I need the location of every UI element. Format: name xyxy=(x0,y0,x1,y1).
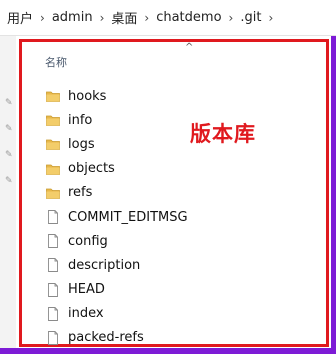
breadcrumb-item-git[interactable]: .git xyxy=(237,10,264,25)
list-item-label: logs xyxy=(68,136,95,152)
list-item[interactable]: index xyxy=(46,302,188,326)
list-item[interactable]: packed-refs xyxy=(46,326,188,350)
file-list: hooks info logs objects refs COMMIT_EDITMSGco… xyxy=(46,84,188,350)
breadcrumb-item-chatdemo[interactable]: chatdemo xyxy=(153,10,224,25)
list-item-label: index xyxy=(68,306,104,322)
folder-icon xyxy=(46,113,60,127)
list-item[interactable]: refs xyxy=(46,181,188,205)
chevron-right-icon[interactable]: › xyxy=(225,11,238,25)
list-item-label: HEAD xyxy=(68,282,105,298)
file-icon xyxy=(46,258,60,273)
navigation-pane-edge: ✎ ✎ ✎ ✎ xyxy=(0,36,16,354)
list-item[interactable]: COMMIT_EDITMSG xyxy=(46,205,188,229)
pin-icon: ✎ xyxy=(5,150,13,160)
pin-icon: ✎ xyxy=(5,98,13,108)
list-item[interactable]: logs xyxy=(46,132,188,156)
file-icon xyxy=(46,306,60,321)
chevron-right-icon[interactable]: › xyxy=(264,11,277,25)
chevron-right-icon[interactable]: › xyxy=(36,11,49,25)
list-item-label: info xyxy=(68,112,93,128)
background-edge xyxy=(331,36,336,354)
chevron-right-icon[interactable]: › xyxy=(96,11,109,25)
breadcrumb-item-users[interactable]: 用户 xyxy=(4,8,36,27)
folder-icon xyxy=(46,162,60,176)
file-icon xyxy=(46,282,60,297)
list-item-label: config xyxy=(68,233,108,249)
breadcrumb-item-admin[interactable]: admin xyxy=(49,10,96,25)
folder-icon xyxy=(46,137,60,151)
file-icon xyxy=(46,210,60,224)
list-item[interactable]: info xyxy=(46,108,188,132)
pin-icon: ✎ xyxy=(5,124,13,134)
breadcrumb-item-desktop[interactable]: 桌面 xyxy=(108,8,140,27)
pin-icon: ✎ xyxy=(5,176,13,186)
repository-annotation: 版本库 xyxy=(190,122,256,146)
list-item[interactable]: HEAD xyxy=(46,278,188,302)
list-item-label: description xyxy=(68,257,141,273)
file-explorer-window: 用户 › admin › 桌面 › chatdemo › .git › ✎ ✎ … xyxy=(0,0,336,354)
list-item-label: refs xyxy=(68,185,93,201)
list-item-label: objects xyxy=(68,161,115,177)
list-item[interactable]: hooks xyxy=(46,84,188,108)
repository-highlight-frame: ^ 名称 版本库 hooks info logs objects refs COMMIT_… xyxy=(19,39,329,347)
list-item[interactable]: description xyxy=(46,253,188,277)
chevron-right-icon[interactable]: › xyxy=(140,11,153,25)
folder-icon xyxy=(46,89,60,103)
list-item[interactable]: objects xyxy=(46,157,188,181)
list-item[interactable]: config xyxy=(46,229,188,253)
breadcrumb: 用户 › admin › 桌面 › chatdemo › .git › xyxy=(0,0,336,36)
list-item-label: hooks xyxy=(68,88,107,104)
background-edge xyxy=(0,348,336,354)
column-header-name[interactable]: 名称 xyxy=(45,54,67,70)
file-icon xyxy=(46,331,60,345)
list-item-label: packed-refs xyxy=(68,330,144,346)
sort-ascending-icon[interactable]: ^ xyxy=(185,42,193,53)
file-icon xyxy=(46,234,60,249)
folder-icon xyxy=(46,186,60,200)
list-item-label: COMMIT_EDITMSG xyxy=(68,209,188,225)
